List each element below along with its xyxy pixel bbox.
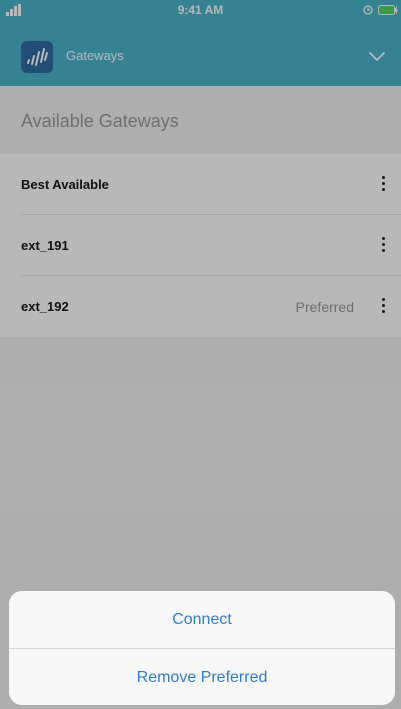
connect-button[interactable]: Connect: [9, 591, 395, 648]
action-sheet: Connect Remove Preferred: [9, 591, 395, 705]
remove-preferred-button[interactable]: Remove Preferred: [9, 649, 395, 705]
app-screen: 9:41 AM Gateways Available Gateways Best…: [0, 0, 401, 709]
